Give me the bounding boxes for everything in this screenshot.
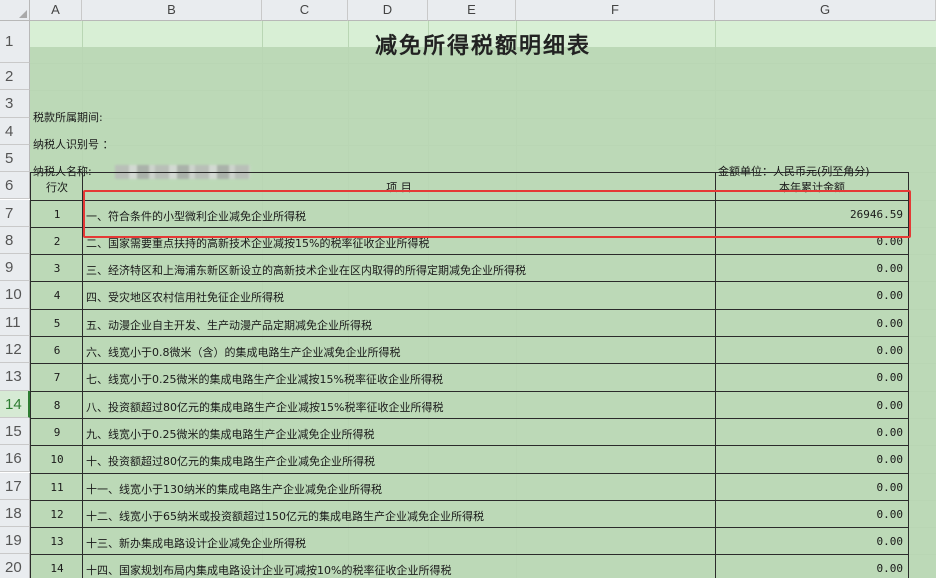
spreadsheet[interactable]: ABCDEFG 1 2 3 4 5 6 7 8 9 10 11 12 13 14 15 16 17 18 19 20 … <box>0 0 936 578</box>
row-item-name[interactable]: 三、经济特区和上海浦东新区新设立的高新技术企业在区内取得的所得定期减免企业所得税 <box>86 262 714 278</box>
table-border-h <box>30 309 908 310</box>
row-amount[interactable]: 0.00 <box>716 399 904 412</box>
row-seq[interactable]: 9 <box>32 426 82 439</box>
row-header-13[interactable]: 13 <box>0 363 30 391</box>
row-seq[interactable]: 11 <box>32 481 82 494</box>
unit-label[interactable]: 金额单位：人民币元(列至角分) <box>718 163 870 179</box>
row-header-12[interactable]: 12 <box>0 336 30 364</box>
row-amount[interactable]: 0.00 <box>716 562 904 575</box>
gridline-h <box>30 90 936 91</box>
row-amount[interactable]: 0.00 <box>716 508 904 521</box>
gridline-h <box>30 145 936 146</box>
table-border-h <box>30 500 908 501</box>
gridline-h <box>30 63 936 64</box>
row-header-6[interactable]: 6 <box>0 172 30 200</box>
row-item-name[interactable]: 十、投资额超过80亿元的集成电路生产企业减免企业所得税 <box>86 453 714 469</box>
column-header-a[interactable]: A <box>30 0 82 21</box>
row-header-4[interactable]: 4 <box>0 117 30 145</box>
table-border-h <box>30 336 908 337</box>
header-seq[interactable]: 行次 <box>32 179 82 195</box>
row-seq[interactable]: 1 <box>32 208 82 221</box>
table-border-h <box>30 172 908 173</box>
row-item-name[interactable]: 四、受灾地区农村信用社免征企业所得税 <box>86 289 714 305</box>
row-seq[interactable]: 2 <box>32 235 82 248</box>
row-item-name[interactable]: 七、线宽小于0.25微米的集成电路生产企业减按15%税率征收企业所得税 <box>86 371 714 387</box>
period-label[interactable]: 税款所属期间: <box>33 109 103 125</box>
row-item-name[interactable]: 十三、新办集成电路设计企业减免企业所得税 <box>86 535 714 551</box>
row-seq[interactable]: 7 <box>32 371 82 384</box>
table-border-v <box>30 172 31 578</box>
row-seq[interactable]: 4 <box>32 289 82 302</box>
row-header-10[interactable]: 10 <box>0 281 30 309</box>
table-border-h <box>30 554 908 555</box>
row-header-15[interactable]: 15 <box>0 417 30 446</box>
table-border-h <box>30 363 908 364</box>
row-header-14[interactable]: 14 <box>0 390 30 418</box>
row-header-5[interactable]: 5 <box>0 144 30 173</box>
table-border-h <box>30 527 908 528</box>
gridline-h <box>30 118 936 119</box>
row-header-20[interactable]: 20 <box>0 554 30 578</box>
row-header-3[interactable]: 3 <box>0 90 30 118</box>
row-header-2[interactable]: 2 <box>0 63 30 91</box>
row-header-17[interactable]: 17 <box>0 472 30 500</box>
row-amount[interactable]: 0.00 <box>716 289 904 302</box>
row-amount[interactable]: 0.00 <box>716 317 904 330</box>
row-seq[interactable]: 13 <box>32 535 82 548</box>
table-border-h <box>30 281 908 282</box>
table-border-h <box>30 391 908 392</box>
row-seq[interactable]: 14 <box>32 562 82 575</box>
row-seq[interactable]: 5 <box>32 317 82 330</box>
column-header-d[interactable]: D <box>348 0 428 21</box>
row-header-7[interactable]: 7 <box>0 199 30 227</box>
row-seq[interactable]: 8 <box>32 399 82 412</box>
row-seq[interactable]: 6 <box>32 344 82 357</box>
table-border-h <box>30 445 908 446</box>
row-seq[interactable]: 3 <box>32 262 82 275</box>
row-item-name[interactable]: 八、投资额超过80亿元的集成电路生产企业减按15%税率征收企业所得税 <box>86 399 714 415</box>
row-seq[interactable]: 12 <box>32 508 82 521</box>
row-item-name[interactable]: 十一、线宽小于130纳米的集成电路生产企业减免企业所得税 <box>86 481 714 497</box>
row-header-18[interactable]: 18 <box>0 499 30 528</box>
row-header-16[interactable]: 16 <box>0 445 30 473</box>
row-item-name[interactable]: 十二、线宽小于65纳米或投资额超过150亿元的集成电路生产企业减免企业所得税 <box>86 508 714 524</box>
highlight-box <box>83 190 911 238</box>
select-all-corner[interactable] <box>0 0 30 21</box>
row-amount[interactable]: 0.00 <box>716 481 904 494</box>
row-amount[interactable]: 0.00 <box>716 262 904 275</box>
table-border-h <box>30 254 908 255</box>
column-header-g[interactable]: G <box>715 0 936 21</box>
row-header-8[interactable]: 8 <box>0 226 30 255</box>
taxpayer-id-label[interactable]: 纳税人识别号 ： <box>33 136 114 152</box>
row-header-1[interactable]: 1 <box>0 21 30 63</box>
row-header-19[interactable]: 19 <box>0 527 30 555</box>
row-item-name[interactable]: 九、线宽小于0.25微米的集成电路生产企业减免企业所得税 <box>86 426 714 442</box>
row-header-11[interactable]: 11 <box>0 308 30 336</box>
row-header-9[interactable]: 9 <box>0 254 30 282</box>
table-border-h <box>30 418 908 419</box>
row-amount[interactable]: 0.00 <box>716 426 904 439</box>
table-border-h <box>30 473 908 474</box>
row-seq[interactable]: 10 <box>32 453 82 466</box>
column-header-c[interactable]: C <box>262 0 348 21</box>
row-amount[interactable]: 0.00 <box>716 453 904 466</box>
column-header-b[interactable]: B <box>82 0 262 21</box>
row-amount[interactable]: 0.00 <box>716 344 904 357</box>
sheet-title[interactable]: 减免所得税额明细表 <box>30 28 936 60</box>
column-header-e[interactable]: E <box>428 0 516 21</box>
row-item-name[interactable]: 六、线宽小于0.8微米（含）的集成电路生产企业减免企业所得税 <box>86 344 714 360</box>
column-header-f[interactable]: F <box>516 0 715 21</box>
row-amount[interactable]: 0.00 <box>716 535 904 548</box>
row-item-name[interactable]: 五、动漫企业自主开发、生产动漫产品定期减免企业所得税 <box>86 317 714 333</box>
row-item-name[interactable]: 十四、国家规划布局内集成电路设计企业可减按10%的税率征收企业所得税 <box>86 562 714 578</box>
row-amount[interactable]: 0.00 <box>716 371 904 384</box>
